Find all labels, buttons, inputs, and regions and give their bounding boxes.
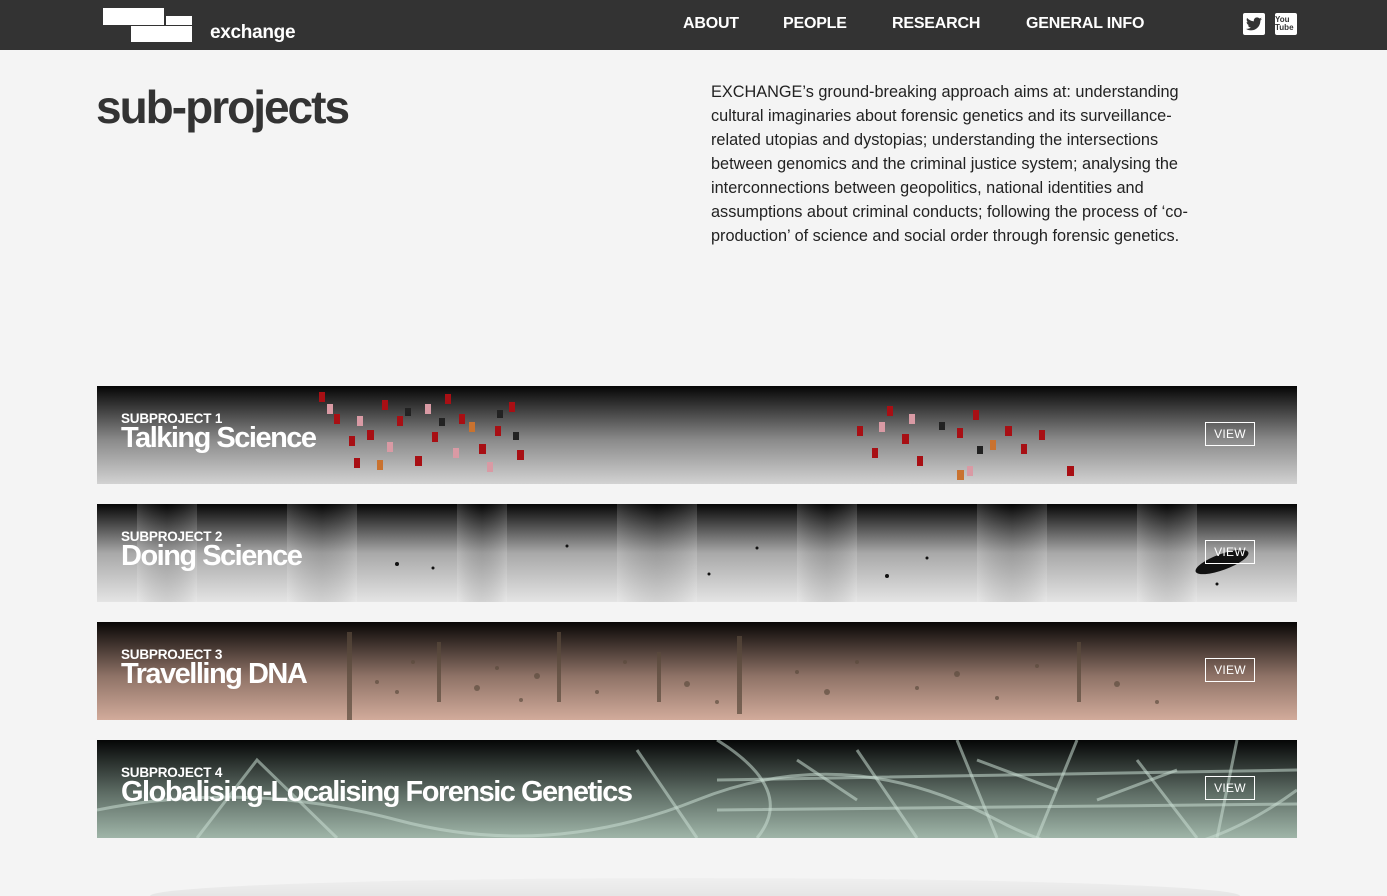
view-button[interactable]: VIEW: [1205, 658, 1255, 682]
nav-item-about[interactable]: ABOUT: [683, 15, 739, 33]
subproject-title: Doing Science: [121, 540, 303, 572]
page-title: sub-projects: [96, 81, 350, 133]
subproject-card-4[interactable]: SUBPROJECT 4 Globalising-Localising Fore…: [97, 740, 1297, 838]
subproject-card-1[interactable]: SUBPROJECT 1 Talking Science VIEW: [97, 386, 1297, 484]
view-button[interactable]: VIEW: [1205, 540, 1255, 564]
nav-item-people[interactable]: PEOPLE: [783, 15, 847, 33]
view-button[interactable]: VIEW: [1205, 776, 1255, 800]
intro-paragraph: EXCHANGE’s ground-breaking approach aims…: [711, 83, 1188, 245]
twitter-icon: [1246, 17, 1262, 31]
subproject-title: Globalising-Localising Forensic Genetics: [121, 776, 633, 808]
subproject-title: Travelling DNA: [121, 658, 308, 690]
nav-item-research[interactable]: RESEARCH: [892, 15, 980, 33]
logo-block: [166, 16, 192, 25]
youtube-icon-text: You Tube: [1275, 15, 1294, 32]
subproject-card-2[interactable]: SUBPROJECT 2 Doing Science VIEW: [97, 504, 1297, 602]
top-navigation-bar: exchange ABOUT PEOPLE RESEARCH GENERAL I…: [0, 0, 1387, 50]
footer-shadow: [150, 878, 1240, 896]
logo-wordmark: exchange: [210, 22, 296, 43]
nav-item-general-info[interactable]: GENERAL INFO: [1026, 15, 1144, 33]
subproject-card-3[interactable]: SUBPROJECT 3 Travelling DNA VIEW: [97, 622, 1297, 720]
site-logo[interactable]: exchange: [103, 8, 303, 46]
subproject-title: Talking Science: [121, 422, 317, 454]
twitter-icon[interactable]: [1243, 13, 1265, 35]
logo-block: [103, 8, 164, 25]
logo-block: [131, 26, 192, 42]
youtube-icon[interactable]: You Tube: [1275, 13, 1297, 35]
view-button[interactable]: VIEW: [1205, 422, 1255, 446]
